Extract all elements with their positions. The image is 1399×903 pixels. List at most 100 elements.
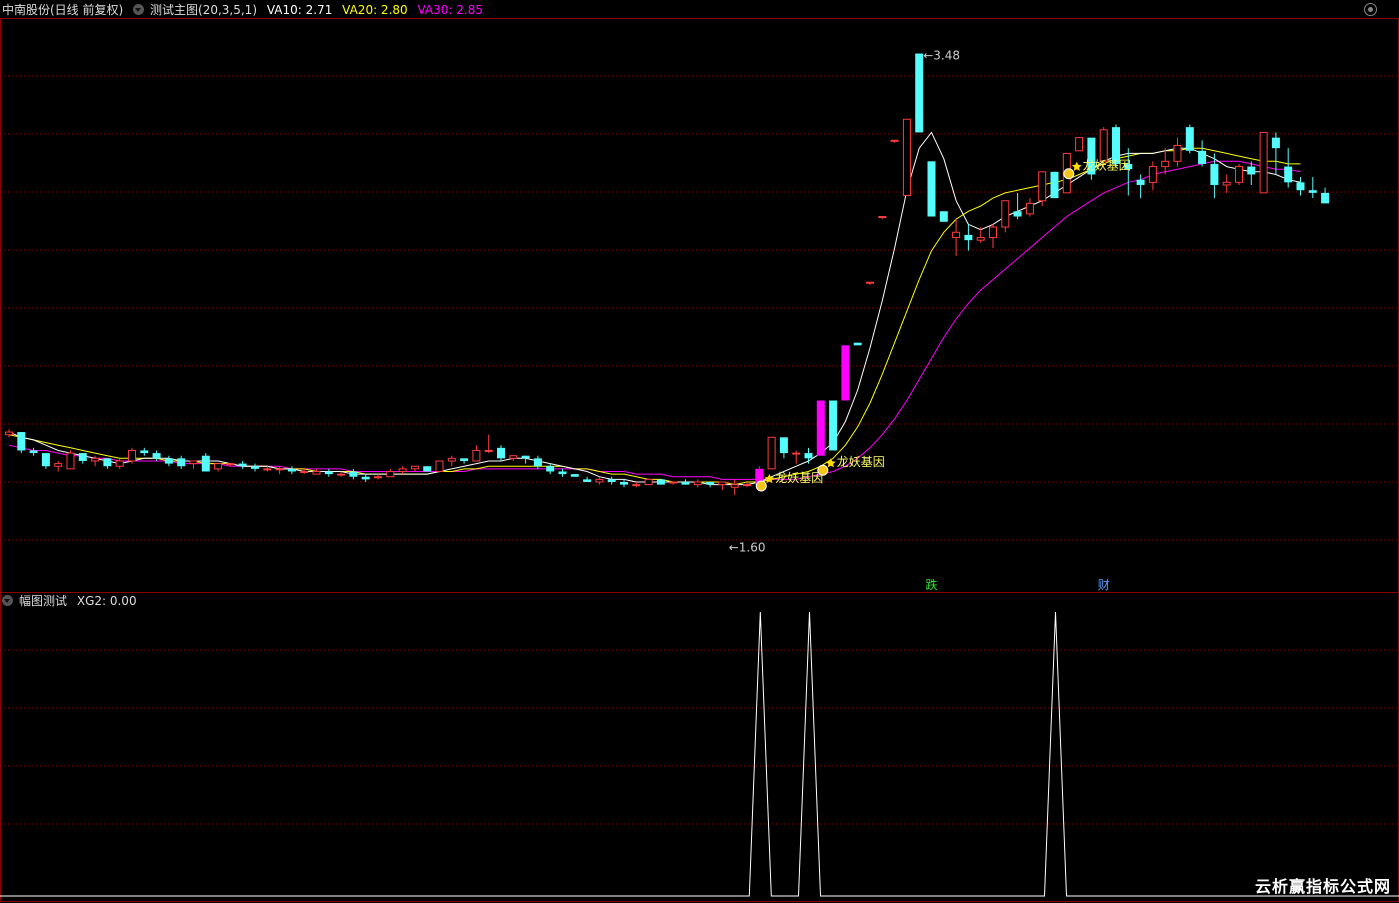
candle-body (656, 479, 665, 485)
candle-body (607, 479, 616, 482)
candle-body (964, 234, 973, 241)
candle-body (1222, 181, 1231, 186)
candle-body (1296, 182, 1305, 191)
candle-body (497, 447, 505, 459)
candle-body (1271, 137, 1280, 149)
candle-body (853, 342, 862, 346)
candle-body (374, 476, 382, 479)
candle-body (952, 231, 961, 239)
candle-body (989, 226, 997, 239)
candle-body (423, 466, 432, 472)
annotation-text: 龙妖基因 (837, 455, 885, 469)
candle-body (583, 479, 592, 482)
candle-body (841, 345, 850, 401)
candle-body (620, 482, 628, 485)
candle-body (915, 53, 924, 133)
money-bag-icon (755, 480, 767, 492)
candle-body (927, 161, 936, 217)
candle-body (939, 211, 948, 222)
candle-body (189, 460, 198, 465)
candle-body (706, 482, 715, 485)
ma10-line (8, 131, 1301, 486)
candle-body (238, 463, 247, 467)
candle-body (1284, 166, 1293, 183)
candle-body (300, 470, 309, 473)
candle-body (779, 437, 788, 454)
candle-body (570, 474, 579, 477)
candle-body (1001, 200, 1010, 228)
star-icon (825, 458, 836, 468)
candle-body (1308, 190, 1317, 193)
candle-body (164, 458, 173, 464)
candle-body (263, 468, 272, 471)
candle-body (103, 458, 112, 467)
candle-body (460, 458, 469, 461)
candle-body (1148, 166, 1157, 183)
candle-body (878, 216, 887, 219)
candle-body (558, 471, 567, 475)
sub-panel-border (0, 592, 1399, 902)
candle-body (546, 466, 555, 472)
candle-body (275, 468, 284, 471)
money-bag-icon (817, 464, 829, 476)
candle-body (718, 481, 727, 486)
candle-body (251, 466, 259, 469)
candle-body (681, 482, 690, 485)
candle-body (435, 460, 444, 472)
candle-body (91, 457, 100, 462)
candle-body (1025, 202, 1034, 215)
candle-body (1198, 150, 1207, 164)
dragon-gene-annotation: 龙妖基因 (1063, 159, 1131, 180)
dragon-gene-annotation: 龙妖基因 (817, 455, 885, 476)
candle-body (632, 484, 641, 487)
candle-body (1173, 145, 1182, 162)
candle-body (41, 453, 50, 467)
candle-body (767, 436, 776, 470)
candle-body (1247, 166, 1256, 175)
candle-body (533, 458, 542, 467)
candle-body (669, 481, 678, 484)
candle-body (521, 455, 530, 459)
candle-body (226, 463, 235, 466)
candle-body (1136, 179, 1145, 185)
candle-body (1235, 166, 1243, 183)
ma30-line (8, 160, 1301, 480)
candle-body (644, 478, 653, 486)
candle-body (128, 449, 136, 462)
candle-body (287, 468, 296, 472)
high-price-label: ←3.48 (923, 49, 960, 63)
candle-body (1259, 131, 1268, 194)
candle-body (595, 478, 604, 483)
low-price-label: ←1.60 (729, 541, 766, 555)
candle-body (337, 473, 346, 476)
candle-body (214, 463, 223, 470)
candle-body (1161, 160, 1170, 168)
candle-body (361, 476, 370, 480)
candle-body (1210, 163, 1219, 185)
candle-body (804, 453, 813, 459)
candle-body (1075, 137, 1084, 152)
candle-body (29, 450, 38, 454)
candle-body (398, 468, 407, 472)
candle-body (410, 465, 419, 470)
chart-canvas[interactable]: ←3.48←1.60龙妖基因龙妖基因龙妖基因跌财 (0, 0, 1399, 903)
annotation-text: 龙妖基因 (1083, 159, 1131, 173)
candle-body (743, 484, 751, 487)
annotation-text: 龙妖基因 (775, 471, 823, 485)
candle-body (1099, 129, 1108, 162)
candle-body (386, 470, 395, 478)
candle-body (324, 471, 333, 475)
candle-body (66, 452, 75, 470)
money-bag-icon (1063, 168, 1075, 180)
candle-body (1185, 127, 1194, 151)
candle-body (890, 139, 899, 142)
candle-body (54, 463, 63, 467)
candle-body (349, 471, 358, 477)
candle-body (1013, 211, 1022, 217)
candle-body (1050, 171, 1059, 199)
candle-body (201, 455, 210, 472)
ma20-line (8, 147, 1301, 486)
candle-body (866, 281, 874, 284)
main-panel-border (0, 18, 1399, 593)
star-icon (1072, 161, 1082, 171)
